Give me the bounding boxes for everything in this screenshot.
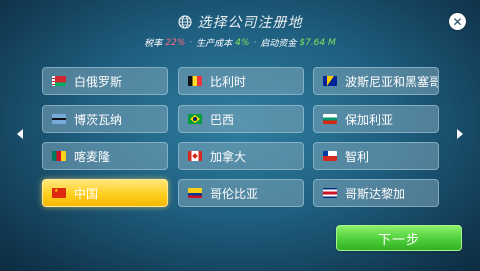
country-option-belgium[interactable]: 比利时 (178, 67, 304, 95)
country-name: 巴西 (210, 112, 235, 127)
country-name: 中国 (74, 186, 99, 201)
flag-brazil-icon (188, 114, 202, 124)
country-name: 博茨瓦纳 (74, 112, 123, 127)
flag-botswana-icon (52, 114, 66, 124)
arrow-left-icon[interactable] (17, 129, 23, 139)
next-button[interactable]: 下一步 (336, 225, 462, 251)
flag-chile-icon (323, 151, 337, 161)
country-name: 哥伦比亚 (210, 186, 259, 201)
arrow-right-icon[interactable] (457, 129, 463, 139)
country-name: 加拿大 (210, 149, 247, 164)
next-button-label: 下一步 (377, 232, 420, 248)
country-name: 波斯尼亚和黑塞哥维 (345, 74, 438, 89)
flag-canada-icon (188, 151, 202, 161)
cost-label: 生产成本 (196, 39, 233, 49)
flag-colombia-icon (188, 188, 202, 198)
country-option-bulgaria[interactable]: 保加利亚 (313, 105, 439, 133)
country-option-brazil[interactable]: 巴西 (178, 105, 304, 133)
title-row: 选择公司注册地 (0, 12, 480, 32)
flag-bosnia-icon (323, 76, 337, 86)
country-option-bosnia[interactable]: 波斯尼亚和黑塞哥维 (313, 67, 439, 95)
flag-costa-rica-icon (323, 188, 337, 198)
cost-value: 4% (235, 37, 250, 48)
country-name: 喀麦隆 (74, 149, 111, 164)
close-icon: ✕ (452, 14, 463, 29)
fund-label: 启动资金 (260, 39, 297, 49)
flag-belgium-icon (188, 76, 202, 86)
country-option-china[interactable]: ★ 中国 (42, 179, 168, 207)
country-option-canada[interactable]: 加拿大 (178, 142, 304, 170)
country-option-belarus[interactable]: 白俄罗斯 (42, 67, 168, 95)
country-option-chile[interactable]: 智利 (313, 142, 439, 170)
globe-icon (177, 15, 192, 29)
country-name: 比利时 (210, 74, 247, 89)
country-option-colombia[interactable]: 哥伦比亚 (178, 179, 304, 207)
tax-label: 税率 (144, 39, 163, 49)
flag-china-icon: ★ (52, 188, 66, 198)
fund-value: $7.64 M (299, 37, 336, 48)
flag-cameroon-icon (52, 151, 66, 161)
country-option-cameroon[interactable]: 喀麦隆 (42, 142, 168, 170)
separator: · (253, 37, 257, 48)
country-option-costa-rica[interactable]: 哥斯达黎加 (313, 179, 439, 207)
country-name: 白俄罗斯 (74, 74, 123, 89)
country-name: 保加利亚 (345, 112, 394, 127)
flag-bulgaria-icon (323, 114, 337, 124)
company-stats: 税率 22% · 生产成本 4% · 启动资金 $7.64 M (0, 36, 480, 50)
close-button[interactable]: ✕ (449, 13, 466, 30)
header: 选择公司注册地 税率 22% · 生产成本 4% · 启动资金 $7.64 M (0, 12, 480, 49)
tax-value: 22% (165, 37, 186, 48)
flag-belarus-icon (52, 76, 66, 86)
country-option-botswana[interactable]: 博茨瓦纳 (42, 105, 168, 133)
country-name: 智利 (345, 149, 370, 164)
separator: · (189, 37, 193, 48)
page-title: 选择公司注册地 (197, 15, 303, 31)
country-name: 哥斯达黎加 (345, 186, 406, 201)
